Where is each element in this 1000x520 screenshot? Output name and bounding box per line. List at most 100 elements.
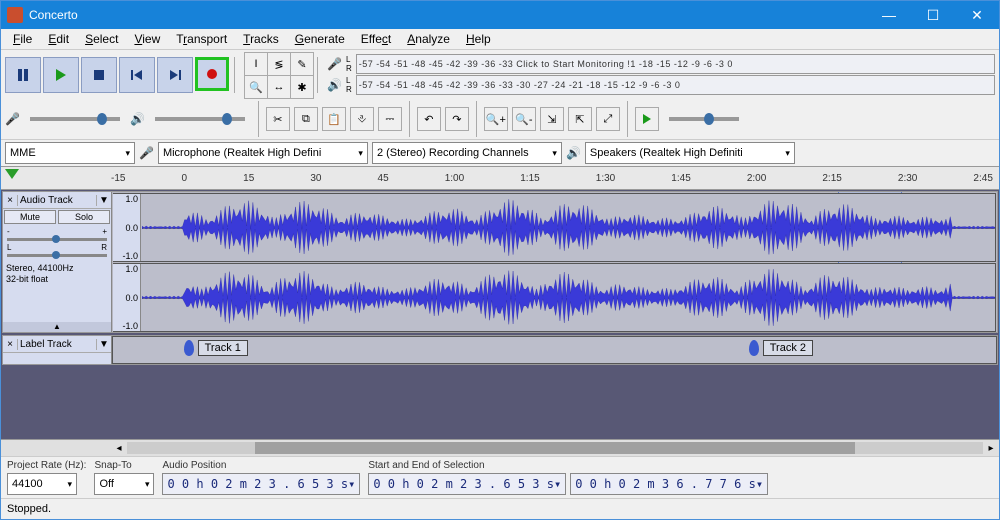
menu-transport[interactable]: Transport [168, 30, 235, 48]
device-toolbar: MME▾ 🎤 Microphone (Realtek High Defini▾ … [1, 139, 999, 166]
mute-button[interactable]: Mute [4, 210, 56, 224]
speaker-icon: 🔊 [566, 146, 581, 160]
label-text[interactable]: Track 2 [763, 340, 813, 356]
fit-project-icon[interactable]: ⇱ [568, 107, 592, 131]
track-name: Label Track [18, 339, 96, 350]
selection-toolbar: Project Rate (Hz): 44100▾ Snap-To Off▾ A… [1, 456, 999, 498]
play-speed-slider[interactable] [669, 117, 739, 121]
label-marker[interactable]: Track 2 [749, 340, 813, 356]
track-name: Audio Track [18, 195, 96, 206]
label-track-body[interactable]: Track 1 Track 2 [112, 336, 997, 364]
tools-toolbar: I ≶ ✎ 🔍 ↔ ✱ [244, 52, 312, 97]
paste-icon[interactable]: 📋 [322, 107, 346, 131]
selection-label: Start and End of Selection [368, 460, 768, 471]
menubar: File Edit Select View Transport Tracks G… [1, 29, 999, 50]
silence-icon[interactable]: ⎓ [378, 107, 402, 131]
mic-icon: 🎤 [139, 146, 154, 160]
track-menu-button[interactable]: ▼ [96, 339, 111, 350]
maximize-button[interactable]: ☐ [911, 1, 955, 29]
audio-host-select[interactable]: MME▾ [5, 142, 135, 164]
menu-file[interactable]: File [5, 30, 40, 48]
pan-slider[interactable] [7, 254, 107, 257]
zoom-toggle-icon[interactable]: ⤢ [596, 107, 620, 131]
playhead-icon[interactable] [5, 169, 19, 179]
playback-meter[interactable]: -57 -54 -51 -48 -45 -42 -39 -36 -33 -30 … [356, 75, 995, 95]
scroll-right-button[interactable]: ▸ [983, 443, 999, 454]
track-format: Stereo, 44100Hz [6, 263, 108, 274]
mixer-edit-toolbar: 🎤 🔊 ✂ ⧉ 📋 ⎀ ⎓ ↶ ↷ 🔍+ 🔍- ⇲ ⇱ ⤢ [1, 99, 999, 139]
speaker-icon: 🔊 [130, 112, 145, 126]
menu-effect[interactable]: Effect [353, 30, 399, 48]
project-rate-label: Project Rate (Hz): [7, 460, 86, 471]
app-icon [7, 7, 23, 23]
cut-icon[interactable]: ✂ [266, 107, 290, 131]
scroll-left-button[interactable]: ◂ [111, 443, 127, 454]
copy-icon[interactable]: ⧉ [294, 107, 318, 131]
audio-position-field[interactable]: 0 0 h 0 2 m 2 3 . 6 5 3 s▾ [162, 473, 360, 495]
play-at-speed-button[interactable] [635, 107, 659, 131]
menu-tracks[interactable]: Tracks [235, 30, 287, 48]
selection-end-field[interactable]: 0 0 h 0 2 m 3 6 . 7 7 6 s▾ [570, 473, 768, 495]
undo-icon[interactable]: ↶ [417, 107, 441, 131]
recording-volume-slider[interactable] [30, 117, 120, 121]
label-text[interactable]: Track 1 [198, 340, 248, 356]
menu-edit[interactable]: Edit [40, 30, 77, 48]
selection-start-field[interactable]: 0 0 h 0 2 m 2 3 . 6 5 3 s▾ [368, 473, 566, 495]
multi-tool-icon[interactable]: ✱ [290, 75, 314, 99]
label-marker[interactable]: Track 1 [184, 340, 248, 356]
track-control-panel: × Audio Track ▼ Mute Solo -+ LR Stereo, … [3, 192, 112, 332]
zoom-in-icon[interactable]: 🔍+ [484, 107, 508, 131]
scroll-thumb[interactable] [255, 442, 854, 454]
zoom-out-icon[interactable]: 🔍- [512, 107, 536, 131]
draw-tool-icon[interactable]: ✎ [290, 52, 314, 76]
menu-analyze[interactable]: Analyze [399, 30, 458, 48]
recording-channels-select[interactable]: 2 (Stereo) Recording Channels▾ [372, 142, 562, 164]
recording-meter[interactable]: -57 -54 -51 -48 -45 -42 -39 -36 -33 Clic… [356, 54, 995, 74]
track-menu-button[interactable]: ▼ [96, 195, 111, 206]
track-close-button[interactable]: × [3, 339, 18, 350]
track-waveform-area[interactable]: 1.00.0-1.0 1.00.0-1.0 [112, 192, 997, 332]
mic-icon: 🎤 [5, 112, 20, 126]
menu-generate[interactable]: Generate [287, 30, 353, 48]
timeline-ruler[interactable]: -1501530451:001:151:301:452:002:152:302:… [1, 166, 999, 190]
envelope-tool-icon[interactable]: ≶ [267, 52, 291, 76]
pause-button[interactable] [5, 57, 41, 93]
skip-start-button[interactable] [119, 57, 155, 93]
snap-to-select[interactable]: Off▾ [94, 473, 154, 495]
track-close-button[interactable]: × [3, 195, 18, 206]
project-rate-select[interactable]: 44100▾ [7, 473, 77, 495]
playback-device-select[interactable]: Speakers (Realtek High Definiti▾ [585, 142, 795, 164]
status-bar: Stopped. [1, 498, 999, 519]
trim-icon[interactable]: ⎀ [350, 107, 374, 131]
mic-icon: 🎤 [327, 57, 342, 71]
record-button[interactable] [195, 57, 229, 91]
zoom-tool-icon[interactable]: 🔍 [244, 75, 268, 99]
snap-to-label: Snap-To [94, 460, 154, 471]
playback-volume-slider[interactable] [155, 117, 245, 121]
stop-button[interactable] [81, 57, 117, 93]
menu-select[interactable]: Select [77, 30, 126, 48]
audio-track: × Audio Track ▼ Mute Solo -+ LR Stereo, … [2, 191, 998, 333]
menu-view[interactable]: View [126, 30, 168, 48]
close-button[interactable]: ✕ [955, 1, 999, 29]
menu-help[interactable]: Help [458, 30, 499, 48]
label-track: × Label Track ▼ Track 1 Track 2 [2, 335, 998, 365]
recording-device-select[interactable]: Microphone (Realtek High Defini▾ [158, 142, 368, 164]
tracks-area: × Audio Track ▼ Mute Solo -+ LR Stereo, … [1, 190, 999, 439]
play-button[interactable] [43, 57, 79, 93]
label-pin-icon [749, 340, 759, 356]
fit-selection-icon[interactable]: ⇲ [540, 107, 564, 131]
solo-button[interactable]: Solo [58, 210, 110, 224]
gain-slider[interactable] [7, 238, 107, 241]
speaker-icon: 🔊 [327, 78, 342, 92]
skip-end-button[interactable] [157, 57, 193, 93]
label-pin-icon [184, 340, 194, 356]
timeshift-tool-icon[interactable]: ↔ [267, 75, 291, 99]
selection-tool-icon[interactable]: I [244, 52, 268, 76]
horizontal-scrollbar[interactable]: ◂ ▸ [1, 439, 999, 456]
track-collapse-button[interactable]: ▲ [3, 322, 111, 332]
titlebar: Concerto — ☐ ✕ [1, 1, 999, 29]
redo-icon[interactable]: ↷ [445, 107, 469, 131]
minimize-button[interactable]: — [867, 1, 911, 29]
transport-toolbar: I ≶ ✎ 🔍 ↔ ✱ 🎤 LR -57 -54 -51 -48 -45 -42… [1, 50, 999, 99]
